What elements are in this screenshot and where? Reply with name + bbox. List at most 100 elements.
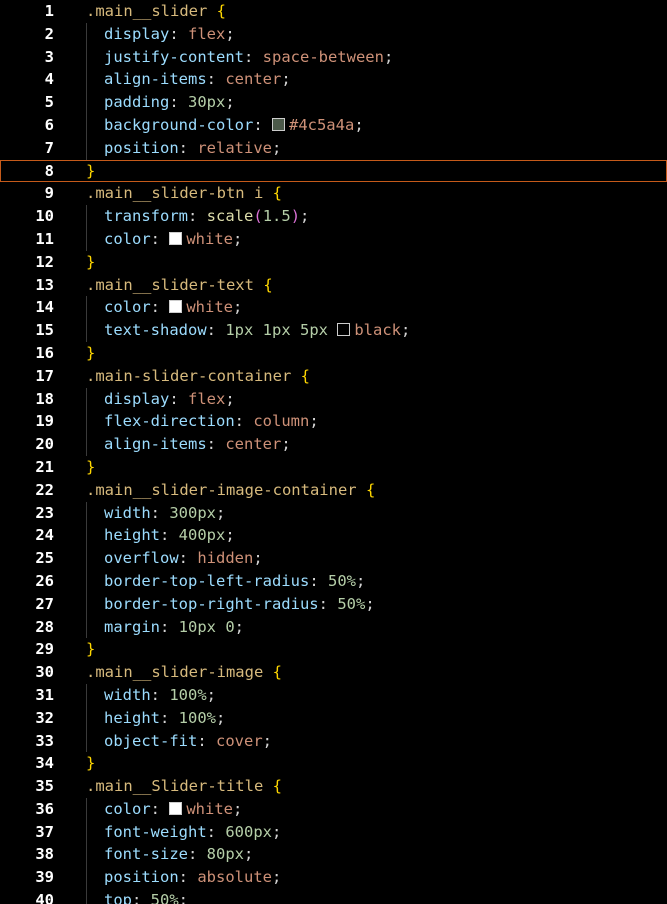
code-line[interactable]: 23 width: 300px; [0, 501, 667, 525]
code-editor[interactable]: 1 .main__slider {2 display: flex; 3 justify-… [0, 0, 667, 904]
code-line[interactable]: 14 color: white; [0, 296, 667, 320]
semicolon: ; [225, 24, 235, 43]
semicolon: ; [233, 799, 243, 818]
code-line[interactable]: 6 background-color: #4c5a4a; [0, 113, 667, 137]
code-line[interactable]: 12} [0, 251, 667, 274]
css-selector: .main__slider [86, 2, 208, 20]
code-line[interactable]: 24 height: 400px; [0, 524, 667, 548]
code-line[interactable]: 21} [0, 456, 667, 479]
semicolon: ; [253, 549, 263, 568]
line-number: 32 [35, 708, 54, 727]
code-line[interactable]: 20 align-items: center; [0, 433, 667, 456]
css-number: 10px 0 [178, 617, 235, 636]
css-selector: .main__slider-image [86, 663, 264, 682]
code-line[interactable]: 10 transform: scale(1.5); [0, 205, 667, 228]
code-line[interactable]: 37 font-weight: 600px; [0, 820, 667, 844]
code-line[interactable]: 5 padding: 30px; [0, 91, 667, 114]
semicolon: ; [233, 229, 243, 248]
css-number: 1.5 [262, 207, 291, 226]
code-line[interactable]: 7 position: relative; [0, 136, 667, 160]
code-line[interactable]: 4 align-items: center; [0, 68, 667, 92]
color-swatch-icon[interactable] [271, 117, 285, 131]
css-property: border-top-left-radius [104, 571, 310, 590]
code-line[interactable]: 8} [0, 159, 667, 183]
css-value: absolute [197, 868, 272, 887]
line-number: 13 [35, 275, 54, 294]
open-brace: { [356, 480, 376, 499]
css-number: 1px 1px 5px [225, 321, 328, 340]
css-property: transform [104, 207, 188, 226]
code-line[interactable]: 9 .main__slider-btn i { [0, 182, 667, 205]
code-text: margin: 10px 0; [86, 616, 244, 639]
css-selector: .main__Slider-title [86, 777, 264, 796]
code-text: color: white; [86, 228, 242, 251]
close-brace: } [86, 161, 96, 180]
code-line[interactable]: 29} [0, 638, 667, 661]
css-value: hidden [197, 549, 254, 568]
color-swatch-icon[interactable] [169, 801, 183, 815]
code-line[interactable]: 25 overflow: hidden; [0, 547, 667, 570]
code-line[interactable]: 38 font-size: 80px; [0, 843, 667, 867]
open-brace: { [263, 663, 282, 682]
code-line[interactable]: 36 color: white; [0, 797, 667, 821]
css-value: black [354, 321, 401, 340]
code-line[interactable]: 32 height: 100%; [0, 706, 667, 730]
open-brace: { [253, 275, 273, 294]
close-brace: } [86, 754, 96, 773]
css-value: white [186, 229, 234, 248]
code-line[interactable]: 19 flex-direction: column; [0, 410, 667, 434]
code-text: width: 100%; [86, 684, 216, 707]
code-line[interactable]: 35 .main__Slider-title { [0, 775, 667, 798]
code-line[interactable]: 33 object-fit: cover; [0, 729, 667, 753]
code-line[interactable]: 13 .main__slider-text { [0, 274, 667, 297]
code-text: justify-content: space-between; [86, 46, 393, 69]
css-property: border-top-right-radius [104, 594, 319, 613]
code-text: } [86, 342, 95, 365]
code-line[interactable]: 1 .main__slider { [0, 0, 667, 23]
css-value: flex [188, 24, 226, 43]
semicolon: ; [216, 503, 226, 522]
color-swatch-icon[interactable] [337, 323, 351, 337]
code-line[interactable]: 2 display: flex; [0, 22, 667, 46]
code-text: transform: scale(1.5); [86, 205, 309, 228]
code-line[interactable]: 11 color: white; [0, 227, 667, 251]
code-text: font-size: 80px; [86, 843, 253, 866]
css-selector: .main-slider-container [86, 366, 292, 385]
line-number: 3 [44, 47, 54, 66]
line-number: 15 [35, 321, 54, 340]
code-line[interactable]: 26 border-top-left-radius: 50%; [0, 569, 667, 593]
css-number: 400px [178, 526, 226, 545]
line-number: 25 [35, 549, 54, 568]
code-line[interactable]: 28 margin: 10px 0; [0, 615, 667, 639]
css-property: padding [104, 93, 170, 112]
color-swatch-icon[interactable] [169, 300, 183, 314]
line-number: 33 [35, 731, 54, 750]
css-value: column [253, 412, 310, 431]
semicolon: ; [309, 412, 319, 431]
css-value: cover [216, 731, 263, 750]
code-line[interactable]: 17 .main-slider-container { [0, 365, 667, 388]
css-property: display [104, 24, 170, 43]
code-line[interactable]: 31 width: 100%; [0, 683, 667, 707]
semicolon: ; [272, 822, 282, 841]
code-line[interactable]: 22 .main__slider-image-container { [0, 479, 667, 502]
code-text: color: white; [86, 798, 242, 821]
colon: : [150, 503, 170, 522]
css-property: flex-direction [104, 412, 235, 431]
css-property: display [104, 389, 170, 408]
code-line[interactable]: 34} [0, 752, 667, 775]
code-line[interactable]: 3 justify-content: space-between; [0, 45, 667, 69]
code-line[interactable]: 16} [0, 342, 667, 365]
code-line[interactable]: 40 top: 50%; [0, 889, 667, 904]
color-swatch-icon[interactable] [169, 231, 183, 245]
colon: : [169, 93, 188, 112]
code-line[interactable]: 27 border-top-right-radius: 50%; [0, 592, 667, 616]
code-text: flex-direction: column; [86, 410, 319, 433]
line-number: 37 [35, 822, 54, 841]
code-line[interactable]: 15 text-shadow: 1px 1px 5px black; [0, 319, 667, 342]
colon: : [160, 526, 179, 545]
colon: : [150, 298, 170, 317]
code-line[interactable]: 30 .main__slider-image { [0, 661, 667, 684]
code-line[interactable]: 18 display: flex; [0, 387, 667, 411]
code-line[interactable]: 39 position: absolute; [0, 866, 667, 890]
